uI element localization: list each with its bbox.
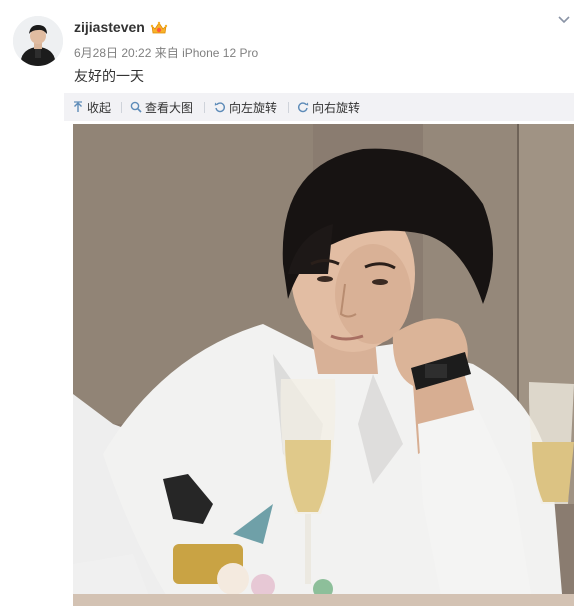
- member-crown-badge-icon[interactable]: [150, 20, 168, 36]
- view-large-button[interactable]: 查看大图: [130, 93, 193, 121]
- avatar[interactable]: [13, 16, 63, 66]
- username[interactable]: zijiasteven: [74, 19, 145, 35]
- rotate-left-icon: [214, 102, 226, 113]
- weibo-post: zijiasteven 6月28日 20:22 来自 iPhone 12 Pro…: [0, 0, 574, 606]
- rotate-left-label: 向左旋转: [229, 100, 278, 115]
- collapse-label: 收起: [87, 100, 112, 115]
- toolbar-divider: [204, 102, 205, 113]
- rotate-left-button[interactable]: 向左旋转: [214, 93, 277, 121]
- rotate-right-label: 向右旋转: [312, 100, 361, 115]
- toolbar-divider: [121, 102, 122, 113]
- collapse-up-arrow-icon: [74, 101, 82, 112]
- rotate-right-button[interactable]: 向右旋转: [297, 93, 360, 121]
- chevron-down-icon[interactable]: [556, 12, 572, 28]
- toolbar-divider: [288, 102, 289, 113]
- magnifier-icon: [130, 101, 142, 113]
- post-text: 友好的一天: [74, 69, 144, 85]
- post-source: 来自 iPhone 12 Pro: [154, 46, 259, 60]
- post-photo[interactable]: [73, 124, 574, 606]
- view-large-label: 查看大图: [145, 100, 194, 115]
- collapse-button[interactable]: 收起: [72, 93, 111, 121]
- rotate-right-icon: [297, 102, 309, 113]
- post-date[interactable]: 6月28日 20:22: [74, 46, 151, 60]
- media-toolbar: 收起 查看大图 向左旋转 向右旋转: [64, 93, 574, 121]
- post-meta: 6月28日 20:22 来自 iPhone 12 Pro: [74, 44, 258, 61]
